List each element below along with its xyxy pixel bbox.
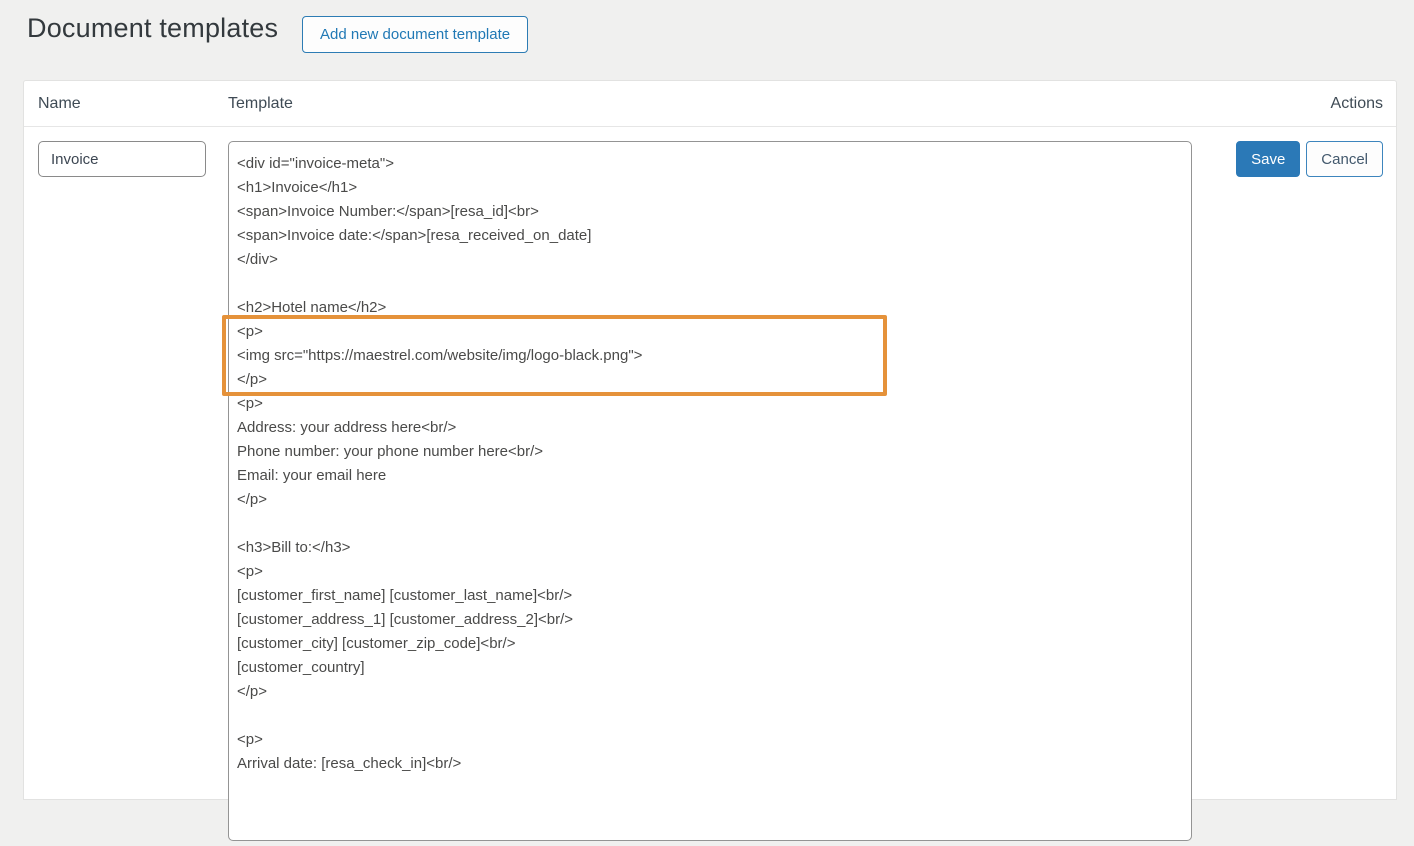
table-header: Name Template Actions [24,81,1396,127]
save-button[interactable]: Save [1236,141,1300,177]
column-header-name: Name [38,81,81,127]
column-header-template: Template [228,81,293,127]
actions-cell: Save Cancel [1236,141,1383,177]
column-header-actions: Actions [1331,81,1383,127]
template-editor-textarea[interactable]: <div id="invoice-meta"> <h1>Invoice</h1>… [228,141,1192,841]
page-header: Document templates Add new document temp… [27,0,1397,80]
template-editor-wrap: <div id="invoice-meta"> <h1>Invoice</h1>… [228,141,1192,841]
cancel-button[interactable]: Cancel [1306,141,1383,177]
add-template-button[interactable]: Add new document template [302,16,528,53]
template-row: <div id="invoice-meta"> <h1>Invoice</h1>… [24,128,1396,801]
template-name-input[interactable] [38,141,206,177]
page-title: Document templates [27,13,278,44]
templates-table: Name Template Actions <div id="invoice-m… [23,80,1397,800]
